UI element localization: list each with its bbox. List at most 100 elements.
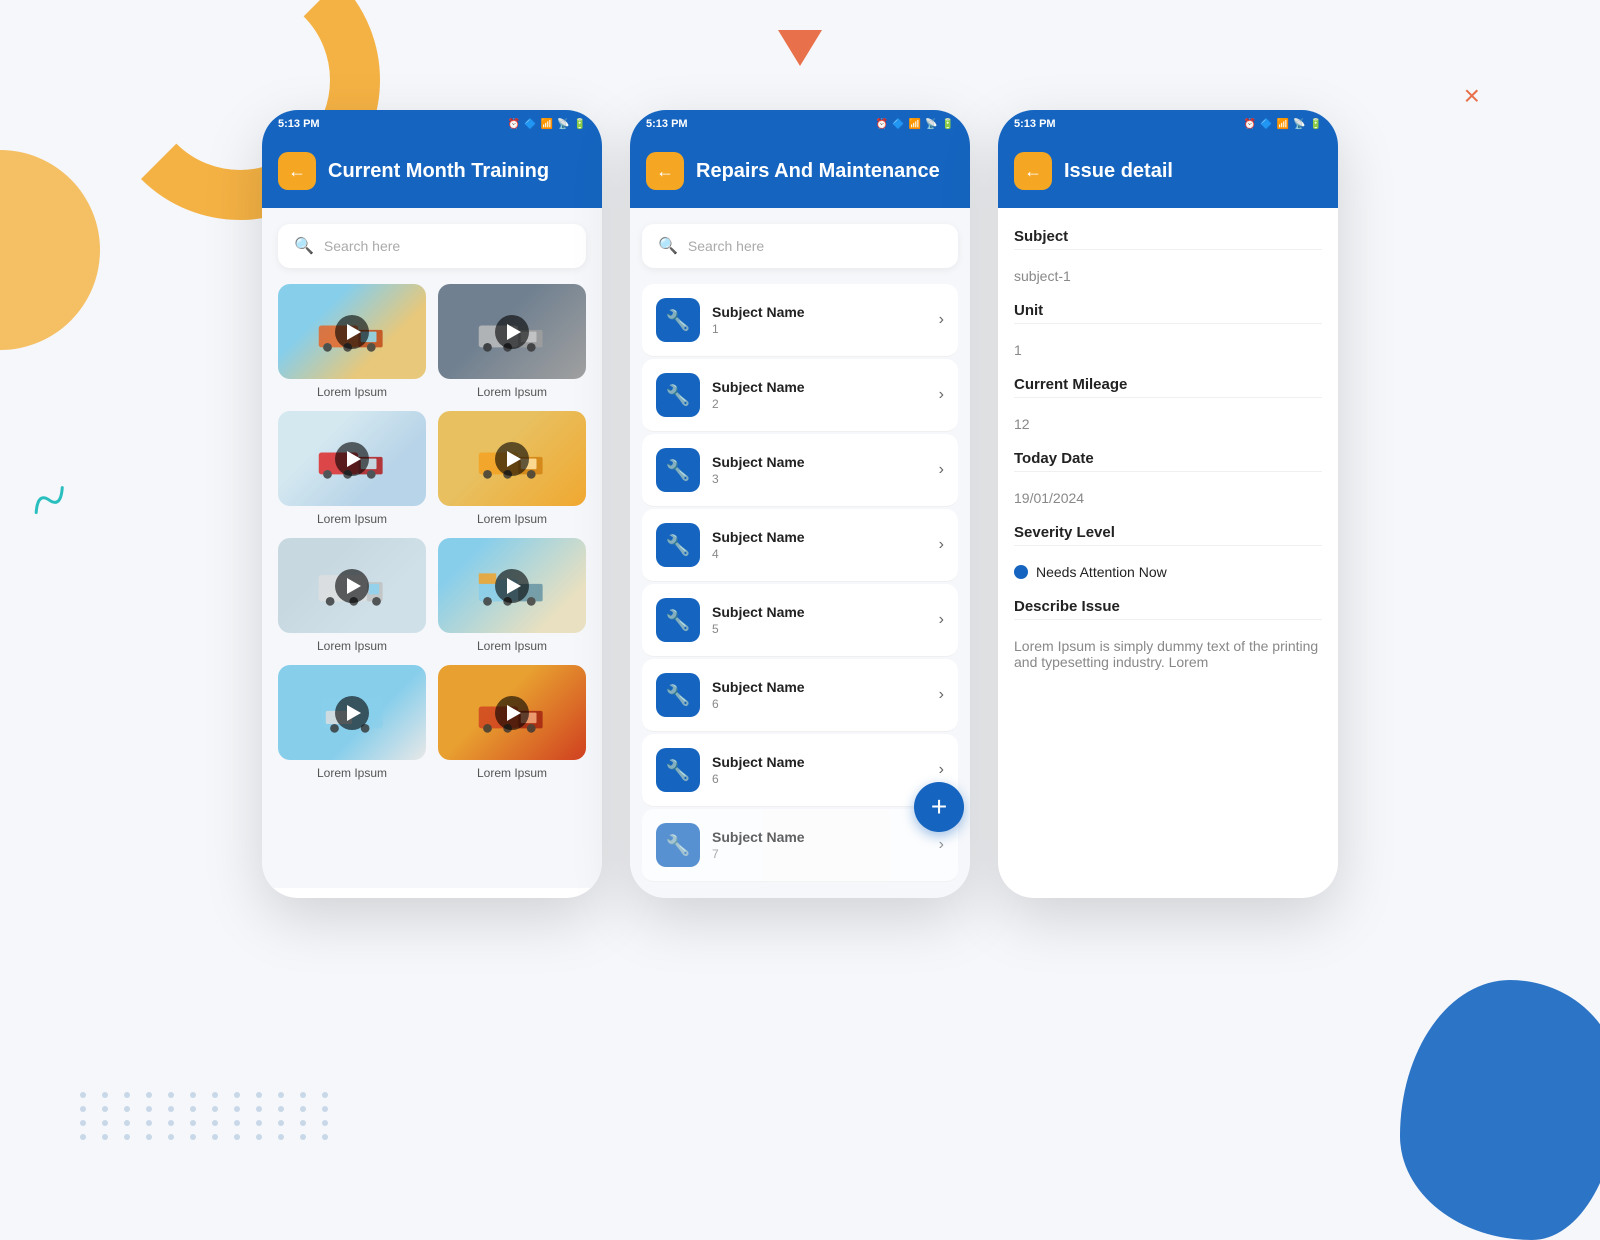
wifi-icon: 📶 [541, 119, 553, 130]
wrench-icon-4: 🔧 [666, 533, 691, 558]
battery-icon-2: 🔋 [942, 119, 954, 130]
status-bar-3: 5:13 PM ⏰ 🔷 📶 📡 🔋 [998, 110, 1338, 138]
maint-num-3: 3 [712, 472, 927, 486]
maint-name-1: Subject Name [712, 304, 927, 320]
search-icon-1: 🔍 [294, 236, 314, 256]
arrow-icon-1: › [939, 311, 944, 329]
maint-name-2: Subject Name [712, 379, 927, 395]
screen-training: 5:13 PM ⏰ 🔷 📶 📡 🔋 ← Current Month Traini… [262, 110, 602, 898]
search-bar-2[interactable]: 🔍 Search here [642, 224, 958, 268]
severity-row: Needs Attention Now [1014, 564, 1322, 580]
header-bar-3: ← Issue detail [998, 138, 1338, 208]
back-arrow-icon-3: ← [1024, 161, 1042, 182]
back-button-1[interactable]: ← [278, 152, 316, 190]
play-btn-7[interactable] [335, 696, 369, 730]
video-item-4[interactable]: Lorem Ipsum [438, 411, 586, 526]
maint-icon-box-1: 🔧 [656, 298, 700, 342]
maint-item-6[interactable]: 🔧 Subject Name 6 › [642, 659, 958, 732]
maint-icon-box-3: 🔧 [656, 448, 700, 492]
wifi-icon-2: 📶 [909, 119, 921, 130]
maint-info-1: Subject Name 1 [712, 304, 927, 336]
signal-icon-3: 📡 [1293, 119, 1305, 130]
maint-item-5[interactable]: 🔧 Subject Name 5 › [642, 584, 958, 657]
issue-mileage-label: Current Mileage [1014, 376, 1322, 393]
issue-unit-label: Unit [1014, 302, 1322, 319]
issue-describe-field: Describe Issue Lorem Ipsum is simply dum… [1014, 598, 1322, 670]
wrench-icon-7: 🔧 [666, 758, 691, 783]
signal-icon: 📡 [557, 119, 569, 130]
bluetooth-icon-3: 🔷 [1260, 119, 1272, 130]
status-time-3: 5:13 PM [1014, 118, 1056, 130]
maint-item-2[interactable]: 🔧 Subject Name 2 › [642, 359, 958, 432]
battery-icon-3: 🔋 [1310, 119, 1322, 130]
screen-maintenance: 5:13 PM ⏰ 🔷 📶 📡 🔋 ← Repairs And Maintena… [630, 110, 970, 898]
maint-num-4: 4 [712, 547, 927, 561]
severity-dot-icon [1014, 565, 1028, 579]
maint-item-7[interactable]: 🔧 Subject Name 6 › + [642, 734, 958, 807]
arrow-icon-5: › [939, 611, 944, 629]
status-time-1: 5:13 PM [278, 118, 320, 130]
status-icons-1: ⏰ 🔷 📶 📡 🔋 [508, 119, 586, 130]
wrench-icon-1: 🔧 [666, 308, 691, 333]
maint-icon-box-8: 🔧 [656, 823, 700, 867]
issue-severity-label: Severity Level [1014, 524, 1322, 541]
status-icons-2: ⏰ 🔷 📶 📡 🔋 [876, 119, 954, 130]
severity-value: Needs Attention Now [1036, 564, 1167, 580]
maint-icon-box-7: 🔧 [656, 748, 700, 792]
back-button-2[interactable]: ← [646, 152, 684, 190]
video-item-8[interactable]: Lorem Ipsum [438, 665, 586, 780]
video-label-4: Lorem Ipsum [438, 512, 586, 526]
maint-item-8[interactable]: 🔧 Subject Name 7 › [642, 809, 958, 882]
video-item-2[interactable]: Lorem Ipsum [438, 284, 586, 399]
arrow-icon-3: › [939, 461, 944, 479]
close-icon[interactable]: × [1464, 80, 1480, 112]
arrow-icon-6: › [939, 686, 944, 704]
fab-add-button[interactable]: + [914, 782, 964, 832]
deco-triangle-icon [778, 30, 822, 66]
arrow-icon-2: › [939, 386, 944, 404]
play-btn-1[interactable] [335, 315, 369, 349]
play-btn-4[interactable] [495, 442, 529, 476]
video-label-8: Lorem Ipsum [438, 766, 586, 780]
maintenance-list: 🔧 Subject Name 1 › 🔧 Subject Name 2 [642, 284, 958, 882]
video-item-7[interactable]: Lorem Ipsum [278, 665, 426, 780]
play-btn-3[interactable] [335, 442, 369, 476]
training-body: 🔍 Search here Lorem Ipsum [262, 208, 602, 888]
maint-info-6: Subject Name 6 [712, 679, 927, 711]
back-button-3[interactable]: ← [1014, 152, 1052, 190]
video-item-5[interactable]: Lorem Ipsum [278, 538, 426, 653]
wifi-icon-3: 📶 [1277, 119, 1289, 130]
maint-name-6: Subject Name [712, 679, 927, 695]
play-btn-2[interactable] [495, 315, 529, 349]
maint-item-4[interactable]: 🔧 Subject Name 4 › [642, 509, 958, 582]
maintenance-body: 🔍 Search here 🔧 Subject Name 1 › 🔧 [630, 208, 970, 898]
issue-unit-value: 1 [1014, 342, 1322, 358]
issue-subject-field: Subject subject-1 [1014, 228, 1322, 284]
alarm-icon: ⏰ [508, 119, 520, 130]
maint-num-5: 5 [712, 622, 927, 636]
issue-severity-field: Severity Level Needs Attention Now [1014, 524, 1322, 580]
maint-name-3: Subject Name [712, 454, 927, 470]
video-label-3: Lorem Ipsum [278, 512, 426, 526]
wrench-icon-3: 🔧 [666, 458, 691, 483]
maint-icon-box-5: 🔧 [656, 598, 700, 642]
issue-date-label: Today Date [1014, 450, 1322, 467]
maint-item-1[interactable]: 🔧 Subject Name 1 › [642, 284, 958, 357]
deco-squiggle-icon [26, 477, 74, 532]
deco-dots [80, 1092, 336, 1140]
video-item-3[interactable]: Lorem Ipsum [278, 411, 426, 526]
arrow-icon-7: › [939, 761, 944, 779]
video-item-1[interactable]: Lorem Ipsum [278, 284, 426, 399]
play-btn-6[interactable] [495, 569, 529, 603]
issue-mileage-value: 12 [1014, 416, 1322, 432]
wrench-icon-5: 🔧 [666, 608, 691, 633]
search-bar-1[interactable]: 🔍 Search here [278, 224, 586, 268]
maint-item-3[interactable]: 🔧 Subject Name 3 › [642, 434, 958, 507]
play-btn-5[interactable] [335, 569, 369, 603]
bluetooth-icon-2: 🔷 [892, 119, 904, 130]
battery-icon: 🔋 [574, 119, 586, 130]
maint-name-5: Subject Name [712, 604, 927, 620]
arrow-icon-4: › [939, 536, 944, 554]
play-btn-8[interactable] [495, 696, 529, 730]
video-item-6[interactable]: Lorem Ipsum [438, 538, 586, 653]
